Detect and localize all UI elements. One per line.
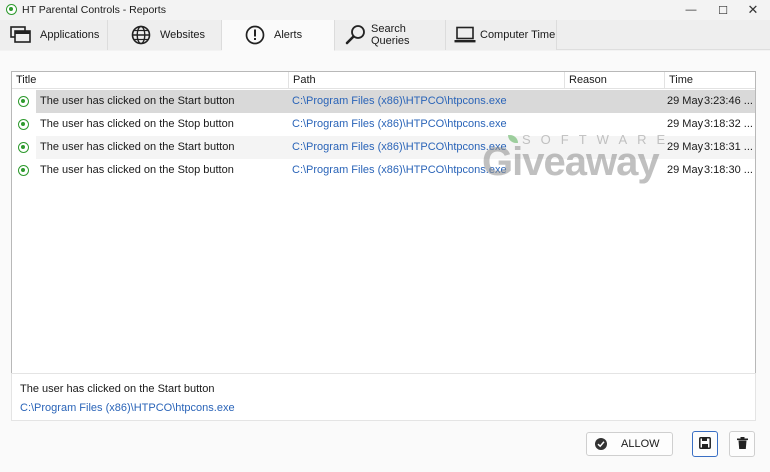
row-path: C:\Program Files (x86)\HTPCO\htpcons.exe (292, 141, 507, 153)
trash-icon (736, 436, 748, 452)
app-icon (6, 4, 17, 15)
tab-label: Applications (40, 29, 100, 41)
minimize-button[interactable]: — (676, 0, 706, 20)
row-date: 29 May (667, 118, 704, 130)
detail-title: The user has clicked on the Start button (20, 383, 215, 395)
row-path: C:\Program Files (x86)\HTPCO\htpcons.exe (292, 118, 507, 130)
row-date: 29 May (667, 141, 704, 153)
tab-label: Computer Time (480, 29, 556, 41)
column-header-time[interactable]: Time (664, 72, 755, 89)
allow-label: ALLOW (621, 438, 660, 450)
row-time: 3:18:32 ... (704, 118, 753, 130)
row-date: 29 May (667, 164, 704, 176)
allow-button[interactable]: ALLOW (586, 432, 673, 456)
row-path: C:\Program Files (x86)\HTPCO\htpcons.exe (292, 164, 507, 176)
delete-button[interactable] (729, 431, 755, 457)
row-title: The user has clicked on the Start button (36, 90, 288, 113)
alerts-panel: Title Path Reason Time The user has clic… (0, 51, 770, 472)
details-pane: The user has clicked on the Start button… (11, 373, 756, 421)
table-header: Title Path Reason Time (12, 72, 755, 89)
search-icon (345, 24, 367, 46)
alert-icon (244, 24, 266, 46)
tab-bar: Applications Websites Alerts Search Quer… (0, 20, 770, 51)
save-icon (699, 436, 711, 452)
table-row[interactable]: The user has clicked on the Start button… (12, 136, 755, 159)
column-header-title[interactable]: Title (12, 72, 288, 89)
tab-websites[interactable]: Websites (108, 20, 222, 50)
tab-alerts[interactable]: Alerts (222, 20, 335, 51)
laptop-icon (454, 24, 476, 46)
row-path: C:\Program Files (x86)\HTPCO\htpcons.exe (292, 95, 507, 107)
window-title: HT Parental Controls - Reports (22, 4, 166, 16)
check-circle-icon (18, 119, 29, 130)
table-row[interactable]: The user has clicked on the Stop button … (12, 113, 755, 136)
row-time: 3:18:30 ... (704, 164, 753, 176)
check-icon (595, 438, 607, 450)
tab-label: Alerts (274, 29, 303, 41)
close-button[interactable]: ✕ (738, 0, 768, 20)
save-button[interactable] (692, 431, 718, 457)
check-circle-icon (18, 96, 29, 107)
maximize-button[interactable]: ☐ (708, 0, 738, 20)
row-title: The user has clicked on the Start button (36, 136, 288, 159)
row-title: The user has clicked on the Stop button (40, 164, 234, 176)
row-time: 3:23:46 ... (704, 95, 753, 107)
globe-icon (130, 24, 152, 46)
alerts-table[interactable]: Title Path Reason Time The user has clic… (11, 71, 756, 419)
tab-search-queries[interactable]: Search Queries (335, 20, 446, 50)
column-header-path[interactable]: Path (288, 72, 564, 89)
tab-computer-time[interactable]: Computer Time (446, 20, 557, 50)
tab-label: Websites (160, 29, 206, 41)
title-bar: HT Parental Controls - Reports — ☐ ✕ (0, 0, 770, 20)
tab-label: Search Queries (371, 23, 410, 47)
applications-icon (10, 24, 32, 46)
tab-applications[interactable]: Applications (0, 20, 108, 50)
table-row[interactable]: The user has clicked on the Stop button … (12, 159, 755, 182)
column-header-reason[interactable]: Reason (564, 72, 664, 89)
check-circle-icon (18, 142, 29, 153)
row-title: The user has clicked on the Stop button (40, 118, 234, 130)
row-date: 29 May (667, 95, 704, 107)
table-row[interactable]: The user has clicked on the Start button… (12, 90, 755, 113)
detail-path-link[interactable]: C:\Program Files (x86)\HTPCO\htpcons.exe (20, 402, 235, 414)
check-circle-icon (18, 165, 29, 176)
row-time: 3:18:31 ... (704, 141, 753, 153)
